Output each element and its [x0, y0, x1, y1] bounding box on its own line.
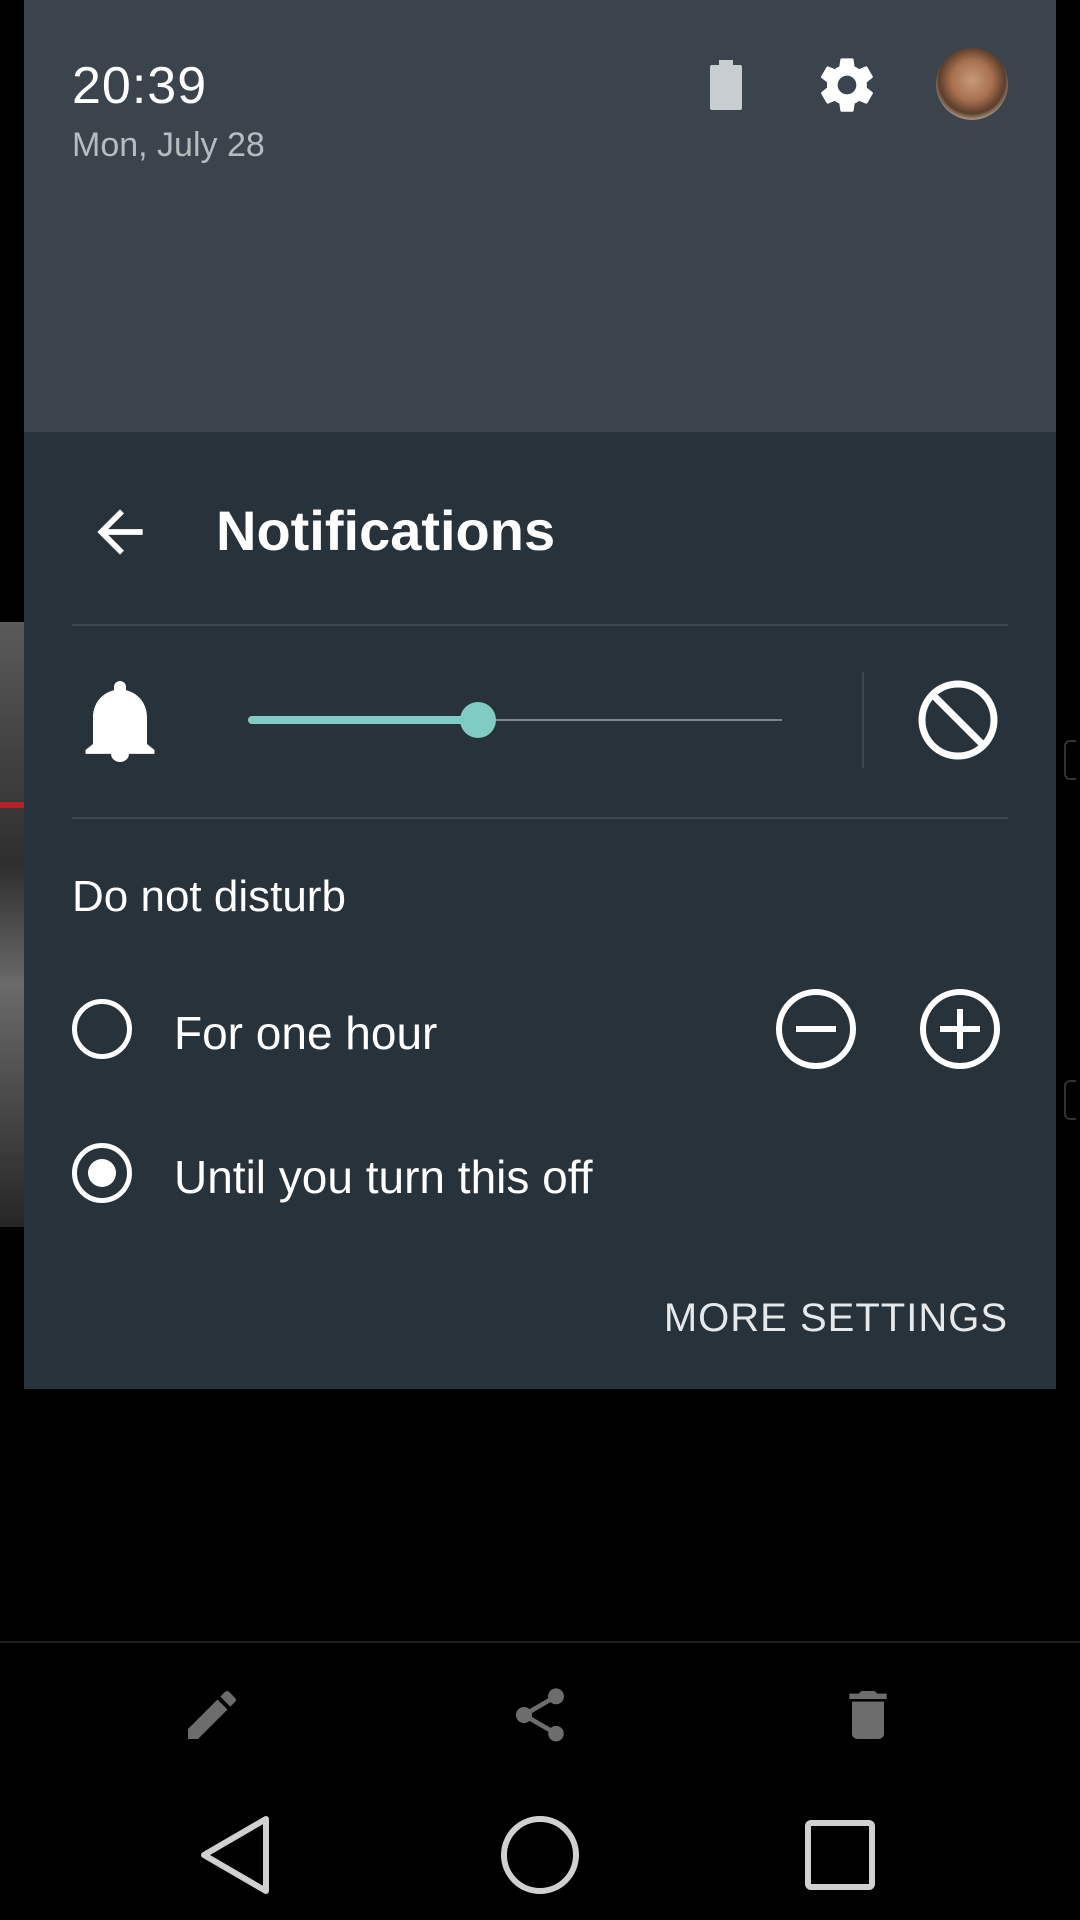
bell-icon — [80, 672, 160, 768]
battery-icon[interactable] — [702, 50, 750, 120]
volume-slider[interactable] — [248, 690, 782, 750]
option-label-until-off[interactable]: Until you turn this off — [174, 1150, 592, 1204]
slider-fill — [248, 716, 478, 724]
delete-trash-icon[interactable] — [826, 1673, 910, 1757]
status-header: 20:39 Mon, July 28 — [24, 0, 1056, 432]
panel-title: Notifications — [216, 499, 556, 562]
arrow-back-icon[interactable] — [80, 492, 160, 572]
settings-gear-icon[interactable] — [802, 46, 892, 124]
quick-settings-panel: 20:39 Mon, July 28 Notifications Do not … — [24, 0, 1056, 1389]
app-toolbar — [0, 1641, 1080, 1785]
block-icon[interactable] — [914, 676, 1002, 764]
clock: 20:39 — [72, 57, 208, 115]
edit-pencil-icon[interactable] — [170, 1673, 254, 1757]
plus-circle-icon[interactable] — [920, 989, 1000, 1069]
divider — [72, 624, 1008, 626]
radio-until-off[interactable] — [72, 1143, 132, 1203]
more-settings-button[interactable]: MORE SETTINGS — [664, 1296, 1008, 1341]
date: Mon, July 28 — [72, 126, 265, 164]
user-avatar[interactable] — [936, 48, 1008, 120]
dnd-label: Do not disturb — [72, 872, 346, 921]
screen: 20:39 Mon, July 28 Notifications Do not … — [0, 0, 1080, 1920]
radio-for-one-hour[interactable] — [72, 999, 132, 1059]
option-label-one-hour[interactable]: For one hour — [174, 1006, 437, 1060]
share-icon[interactable] — [498, 1673, 582, 1757]
back-triangle-icon[interactable] — [188, 1807, 284, 1903]
divider — [72, 817, 1008, 819]
minus-circle-icon[interactable] — [776, 989, 856, 1069]
recents-square-icon[interactable] — [792, 1807, 888, 1903]
slider-thumb[interactable] — [460, 702, 496, 738]
notifications-panel: Notifications Do not disturb For one hou… — [24, 432, 1056, 1389]
home-circle-icon[interactable] — [492, 1807, 588, 1903]
vertical-separator — [862, 672, 864, 768]
navigation-bar — [0, 1783, 1080, 1920]
